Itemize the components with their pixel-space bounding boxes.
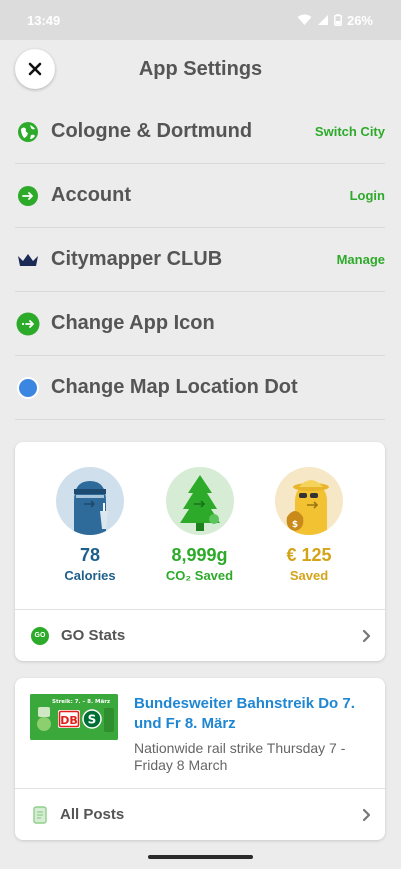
document-icon [33, 805, 47, 824]
status-time: 13:49 [27, 12, 61, 28]
calories-caption: Calories [64, 568, 116, 583]
setting-city[interactable]: Cologne & Dortmund Switch City [15, 100, 385, 164]
location-dot-icon [16, 376, 40, 400]
stat-calories: 78 Calories [56, 467, 124, 609]
news-post[interactable]: Streik: 7. – 8. März DB S Bundesweiter B… [15, 678, 385, 789]
go-stats-label: GO Stats [61, 627, 126, 644]
saved-caption: Saved [289, 568, 329, 583]
news-title[interactable]: Bundesweiter Bahnstreik Do 7. und Fr 8. … [134, 694, 374, 734]
stat-saved: $ € 125 Saved [275, 467, 343, 609]
globe-icon [16, 120, 40, 144]
all-posts-row[interactable]: All Posts [15, 789, 385, 840]
tree-character-icon [179, 475, 220, 531]
go-stats-row[interactable]: GO GO Stats [15, 610, 385, 661]
chevron-right-icon [362, 808, 371, 821]
switch-city-link[interactable]: Switch City [315, 124, 385, 139]
runner-character-icon [74, 481, 108, 535]
calories-avatar [56, 467, 124, 535]
stat-co2: 8,999g CO₂ Saved [165, 467, 234, 609]
setting-location-dot[interactable]: Change Map Location Dot [15, 356, 385, 420]
money-character-icon: $ [286, 480, 329, 535]
status-bar: 13:49 26% [0, 0, 401, 40]
thumb-db-logo: DB [60, 714, 78, 727]
home-indicator[interactable] [148, 855, 253, 859]
setting-club[interactable]: Citymapper CLUB Manage [15, 228, 385, 292]
co2-avatar [165, 467, 234, 535]
chevron-right-icon [362, 629, 371, 642]
saved-avatar: $ [275, 467, 343, 535]
setting-city-label: Cologne & Dortmund [51, 120, 253, 142]
news-card: Streik: 7. – 8. März DB S Bundesweiter B… [15, 678, 385, 840]
thumb-s-logo: S [88, 713, 97, 727]
co2-caption: CO₂ Saved [165, 568, 234, 583]
svg-text:$: $ [292, 520, 298, 530]
setting-location-dot-label: Change Map Location Dot [51, 376, 298, 398]
header: App Settings [0, 40, 401, 98]
setting-app-icon-label: Change App Icon [51, 312, 215, 334]
calories-value: 78 [79, 545, 101, 565]
stats-row: 78 Calories 8,999g CO₂ Saved $ € 125 Sav… [15, 442, 385, 610]
wifi-icon [297, 14, 312, 25]
battery-percent: 26% [346, 12, 373, 28]
close-icon [28, 62, 42, 76]
page-title: App Settings [138, 57, 263, 80]
setting-club-label: Citymapper CLUB [51, 248, 223, 270]
settings-list: Cologne & Dortmund Switch City Account L… [15, 100, 385, 420]
crown-icon [16, 248, 40, 272]
all-posts-label: All Posts [60, 806, 125, 823]
saved-value: € 125 [286, 545, 332, 565]
thumb-strike-text: Streik: 7. – 8. März [52, 699, 110, 705]
go-badge: GO [31, 626, 49, 645]
setting-app-icon[interactable]: Change App Icon [15, 292, 385, 356]
news-subtitle: Nationwide rail strike Thursday 7 - Frid… [134, 740, 346, 773]
login-link[interactable]: Login [350, 188, 385, 203]
manage-link[interactable]: Manage [337, 252, 385, 267]
co2-value: 8,999g [171, 545, 228, 565]
close-button[interactable] [15, 49, 55, 89]
setting-account[interactable]: Account Login [15, 164, 385, 228]
cell-signal-icon [317, 15, 328, 25]
battery-icon [334, 14, 342, 26]
go-stats-card: 78 Calories 8,999g CO₂ Saved $ € 125 Sav… [15, 442, 385, 661]
citymapper-arrow-icon [16, 312, 40, 336]
citymapper-arrow-icon [16, 184, 40, 208]
status-icons: 26% [297, 13, 373, 28]
setting-account-label: Account [51, 184, 131, 206]
news-thumbnail: Streik: 7. – 8. März DB S [30, 694, 118, 740]
